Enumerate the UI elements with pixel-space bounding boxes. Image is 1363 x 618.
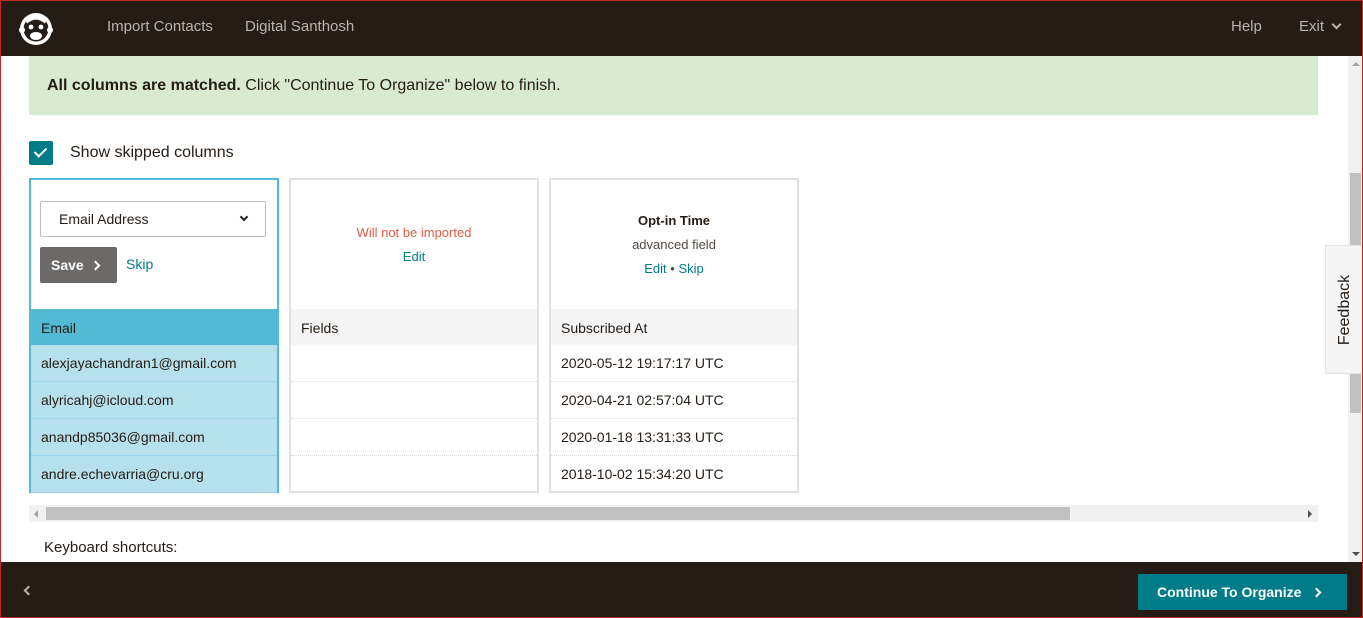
column-data-header: Subscribed At [551,309,797,345]
banner-bold-text: All columns are matched. [47,77,241,94]
edit-link[interactable]: Edit [403,249,425,264]
list-item [291,382,537,419]
chevron-right-icon [90,260,101,271]
keyboard-shortcuts-label: Keyboard shortcuts: [44,539,178,556]
scroll-right-icon[interactable] [1308,510,1312,518]
column-data-list: Fields [291,309,537,493]
save-button[interactable]: Save [40,247,117,283]
list-item: alexjayachandran1@gmail.com [31,345,277,382]
list-item [291,419,537,456]
column-email[interactable]: Email Address Save Skip Email alexjayach… [29,178,279,493]
chevron-down-icon [1331,19,1342,30]
chevron-right-icon [1311,587,1322,598]
column-data-list: Subscribed At 2020-05-12 19:17:17 UTC 20… [551,309,797,493]
separator-dot: • [670,261,675,276]
scroll-down-icon[interactable] [1352,552,1360,556]
app-window: Import Contacts Digital Santhosh Help Ex… [0,0,1363,618]
list-item: andre.echevarria@cru.org [31,456,277,493]
column-data-header: Email [31,309,277,345]
list-item: 2020-05-12 19:17:17 UTC [551,345,797,382]
list-item [291,345,537,382]
continue-label: Continue To Organize [1157,584,1302,600]
column-data-header: Fields [291,309,537,345]
banner-text: Click "Continue To Organize" below to fi… [240,77,561,94]
column-opt-in-time[interactable]: Opt-in Time advanced field Edit • Skip S… [549,178,799,493]
feedback-tab[interactable]: Feedback [1325,245,1362,374]
skip-link[interactable]: Skip [678,261,703,276]
save-label: Save [51,257,84,273]
horizontal-scroll-thumb[interactable] [46,507,1070,520]
help-link[interactable]: Help [1231,18,1262,35]
feedback-label: Feedback [1335,274,1353,345]
skip-link[interactable]: Skip [126,256,153,272]
not-imported-status: Will not be imported [356,225,472,240]
nav-account-name[interactable]: Digital Santhosh [245,18,354,35]
field-title: Opt-in Time [638,213,710,228]
list-item: 2018-10-02 15:34:20 UTC [561,466,724,482]
edit-link[interactable]: Edit [644,261,666,276]
checkmark-icon [33,144,48,158]
column-header-panel: Will not be imported Edit [291,180,537,309]
horizontal-scrollbar[interactable] [29,505,1318,522]
list-item: 2020-04-21 02:57:04 UTC [551,382,797,419]
column-fields[interactable]: Will not be imported Edit Fields [289,178,539,493]
column-header-panel: Opt-in Time advanced field Edit • Skip [551,180,797,309]
chevron-down-icon [239,212,249,222]
bottom-action-bar: Continue To Organize [1,562,1362,617]
show-skipped-label[interactable]: Show skipped columns [70,144,234,162]
exit-label: Exit [1299,18,1325,35]
column-data-list: Email alexjayachandran1@gmail.com alyric… [31,309,277,493]
main-content: All columns are matched. Click "Continue… [1,56,1348,562]
list-item: alyricahj@icloud.com [31,382,277,419]
list-item: 2020-01-18 13:31:33 UTC [551,419,797,456]
list-item: anandp85036@gmail.com [31,419,277,456]
nav-import-contacts[interactable]: Import Contacts [107,18,213,35]
field-select-dropdown[interactable]: Email Address [40,201,266,237]
continue-to-organize-button[interactable]: Continue To Organize [1138,574,1347,610]
field-subtitle: advanced field [632,237,716,252]
field-select-value: Email Address [59,211,149,227]
top-navigation-bar: Import Contacts Digital Santhosh Help Ex… [1,1,1362,56]
exit-menu[interactable]: Exit [1299,18,1342,35]
scroll-left-icon[interactable] [34,510,38,518]
scroll-up-icon[interactable] [1352,62,1360,66]
success-banner: All columns are matched. Click "Continue… [29,56,1318,115]
list-item [291,456,537,493]
freddie-logo-icon[interactable] [16,8,56,48]
column-header-panel: Email Address Save Skip [31,180,277,309]
show-skipped-checkbox[interactable] [29,141,53,165]
chevron-left-icon[interactable] [23,585,34,596]
